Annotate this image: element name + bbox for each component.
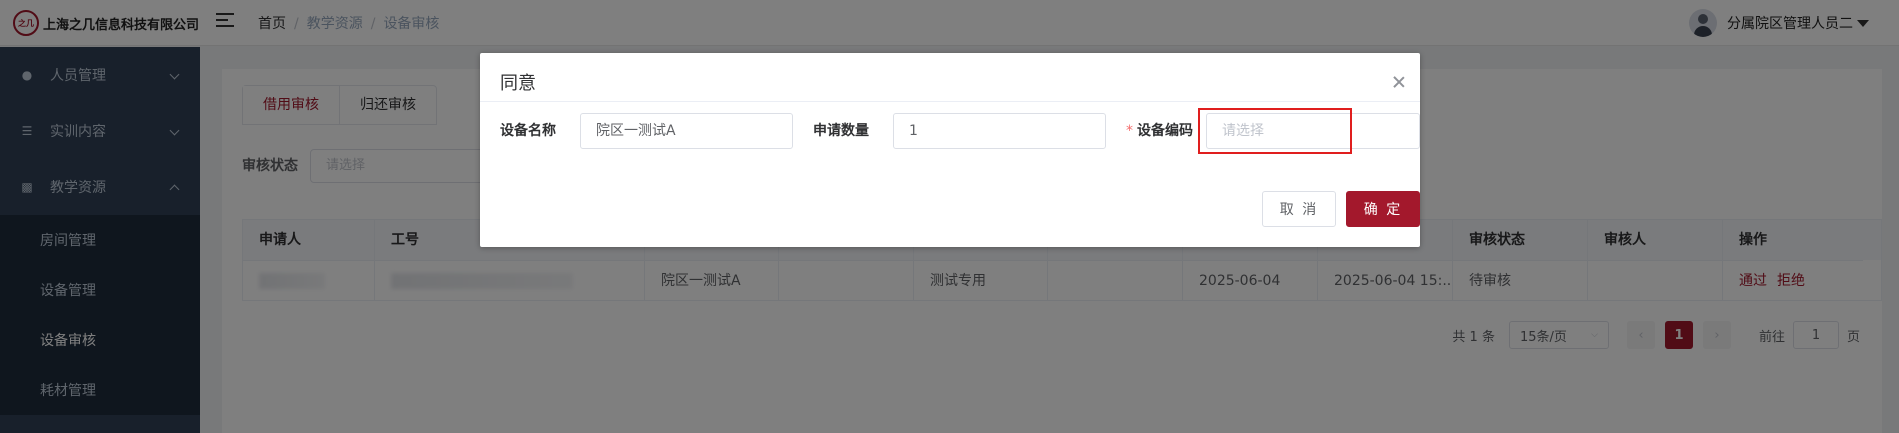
close-icon[interactable] xyxy=(1392,75,1406,89)
quantity-label: 申请数量 xyxy=(813,123,869,139)
required-marker: * xyxy=(1126,123,1133,139)
dialog-title: 同意 xyxy=(500,73,536,94)
approve-dialog: 同意 设备名称 院区一测试A 申请数量 1 * 设备编码 请选择 取 消 确 定 xyxy=(480,53,1420,247)
highlight-box xyxy=(1198,108,1352,154)
device-code-label-text: 设备编码 xyxy=(1137,123,1193,139)
device-name-label: 设备名称 xyxy=(500,123,556,139)
confirm-button[interactable]: 确 定 xyxy=(1346,191,1420,227)
device-code-label: * 设备编码 xyxy=(1126,113,1193,149)
cancel-button[interactable]: 取 消 xyxy=(1262,191,1336,227)
device-name-input[interactable]: 院区一测试A xyxy=(580,113,793,149)
dialog-divider xyxy=(480,101,1420,102)
quantity-input[interactable]: 1 xyxy=(893,113,1106,149)
